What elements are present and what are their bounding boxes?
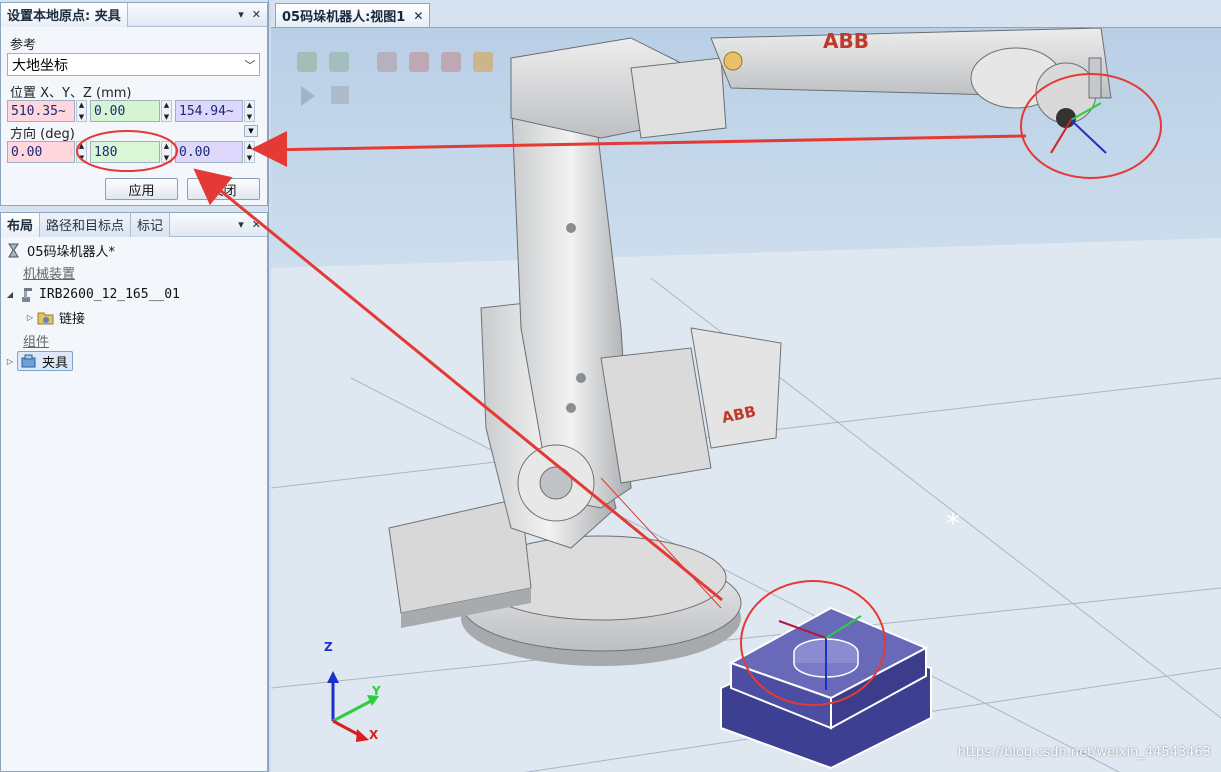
axis-label-y: Y [372,684,381,698]
origin-marker-icon: * [946,507,960,540]
position-y-input[interactable]: 0.00 [90,100,160,122]
tab-paths-targets[interactable]: 路径和目标点 [40,212,132,237]
position-y-spinner[interactable]: ▲ ▼ [161,100,172,122]
view-tool-icon[interactable] [441,52,461,72]
component-icon [21,354,36,367]
position-x-spinner[interactable]: ▲ ▼ [76,100,87,122]
robot-icon [22,287,32,302]
position-x-input[interactable]: 510.35~ [7,100,75,122]
tree-robot[interactable]: ◢ IRB2600_12_165__01 [5,283,180,305]
expanded-icon[interactable]: ◢ [5,290,15,299]
tab-layout[interactable]: 布局 [1,212,41,237]
tree-group-components: 组件 [23,329,49,351]
group-label-components: 组件 [23,334,50,350]
panel-title: 设置本地原点: 夹具 [1,2,128,27]
reference-label: 参考 [10,38,37,53]
left-dock: 设置本地原点: 夹具 ▾ ✕ 参考 大地坐标 ﹀ 位置 X、Y、Z (mm) 5… [0,0,269,772]
abb-logo-arm: ABB [823,29,869,53]
tree-tool-selected[interactable]: 夹具 [17,351,74,371]
position-label: 位置 X、Y、Z (mm) [10,86,132,101]
set-local-origin-panel: 设置本地原点: 夹具 ▾ ✕ 参考 大地坐标 ﹀ 位置 X、Y、Z (mm) 5… [0,2,268,206]
panel-header: 设置本地原点: 夹具 ▾ ✕ [1,2,267,27]
view-tab[interactable]: 05码垛机器人:视图1 ✕ [275,3,431,27]
position-z-input[interactable]: 154.94~ [175,100,243,122]
watermark: https://blog.csdn.net/weixin_44543463 [957,745,1211,760]
collapsed-icon[interactable]: ▷ [25,313,35,322]
tree-station[interactable]: 05码垛机器人* [5,239,115,261]
close-icon[interactable]: ✕ [252,8,261,21]
station-icon [8,243,19,257]
reference-select[interactable]: 大地坐标 ﹀ [7,53,260,76]
stop-icon[interactable] [331,86,349,104]
view-tab-title: 05码垛机器人:视图1 [282,10,406,25]
robot-label: IRB2600_12_165__01 [39,286,180,302]
orientation-z-input[interactable]: 0.00 [175,141,243,163]
orientation-y-spinner[interactable]: ▲ ▼ [161,141,172,163]
apply-button[interactable]: 应用 [105,178,178,200]
view-tool-icon[interactable] [329,52,349,72]
expand-dropdown-icon[interactable]: ▼ [244,125,258,137]
collapsed-icon[interactable]: ▷ [5,357,15,366]
position-z-spinner[interactable]: ▲ ▼ [244,100,255,122]
axis-label-z: Z [324,640,333,654]
tool-label: 夹具 [42,355,69,371]
layout-panel-header: 布局 路径和目标点 标记 ▾ ✕ [1,212,267,237]
orientation-z-spinner[interactable]: ▲ ▼ [244,141,255,163]
close-icon[interactable]: ✕ [413,9,423,23]
close-button[interactable]: 关闭 [187,178,260,200]
view-tool-icon[interactable] [297,52,317,72]
group-label-mechanisms: 机械装置 [23,266,76,282]
orientation-x-spinner[interactable]: ▲ ▼ [76,141,87,163]
chevron-down-icon: ﹀ [244,58,256,72]
orientation-label: 方向 (deg) [10,127,75,142]
scene-canvas[interactable]: ABB ABB * [271,28,1221,772]
3d-viewport[interactable]: ABB ABB * Z Y X https://blog.csdn.net/we… [271,27,1221,772]
pin-dropdown-icon[interactable]: ▾ [238,8,244,21]
orientation-x-input[interactable]: 0.00 [7,141,75,163]
pin-dropdown-icon[interactable]: ▾ [238,218,244,231]
links-label: 链接 [59,311,86,327]
view-tool-icon[interactable] [409,52,429,72]
tree-group-mechanisms: 机械装置 [23,261,75,283]
station-label: 05码垛机器人* [27,244,116,260]
view-tool-icon[interactable] [377,52,397,72]
folder-gear-icon [37,312,54,324]
tree-tool[interactable]: ▷ 夹具 [5,350,74,372]
view-dock: 05码垛机器人:视图1 ✕ ABB ABB * Z Y X https://bl… [271,0,1221,772]
tree-links[interactable]: ▷ 链接 [25,306,85,328]
close-icon[interactable]: ✕ [252,218,261,231]
orientation-y-input[interactable]: 180 [90,141,160,163]
axis-label-x: X [369,728,379,742]
layout-panel: 布局 路径和目标点 标记 ▾ ✕ 05码垛机器人* 机械装置 ◢ IRB2600… [0,212,268,772]
tab-tags[interactable]: 标记 [131,212,171,237]
reference-value: 大地坐标 [12,57,68,74]
view-tool-icon[interactable] [473,52,493,72]
